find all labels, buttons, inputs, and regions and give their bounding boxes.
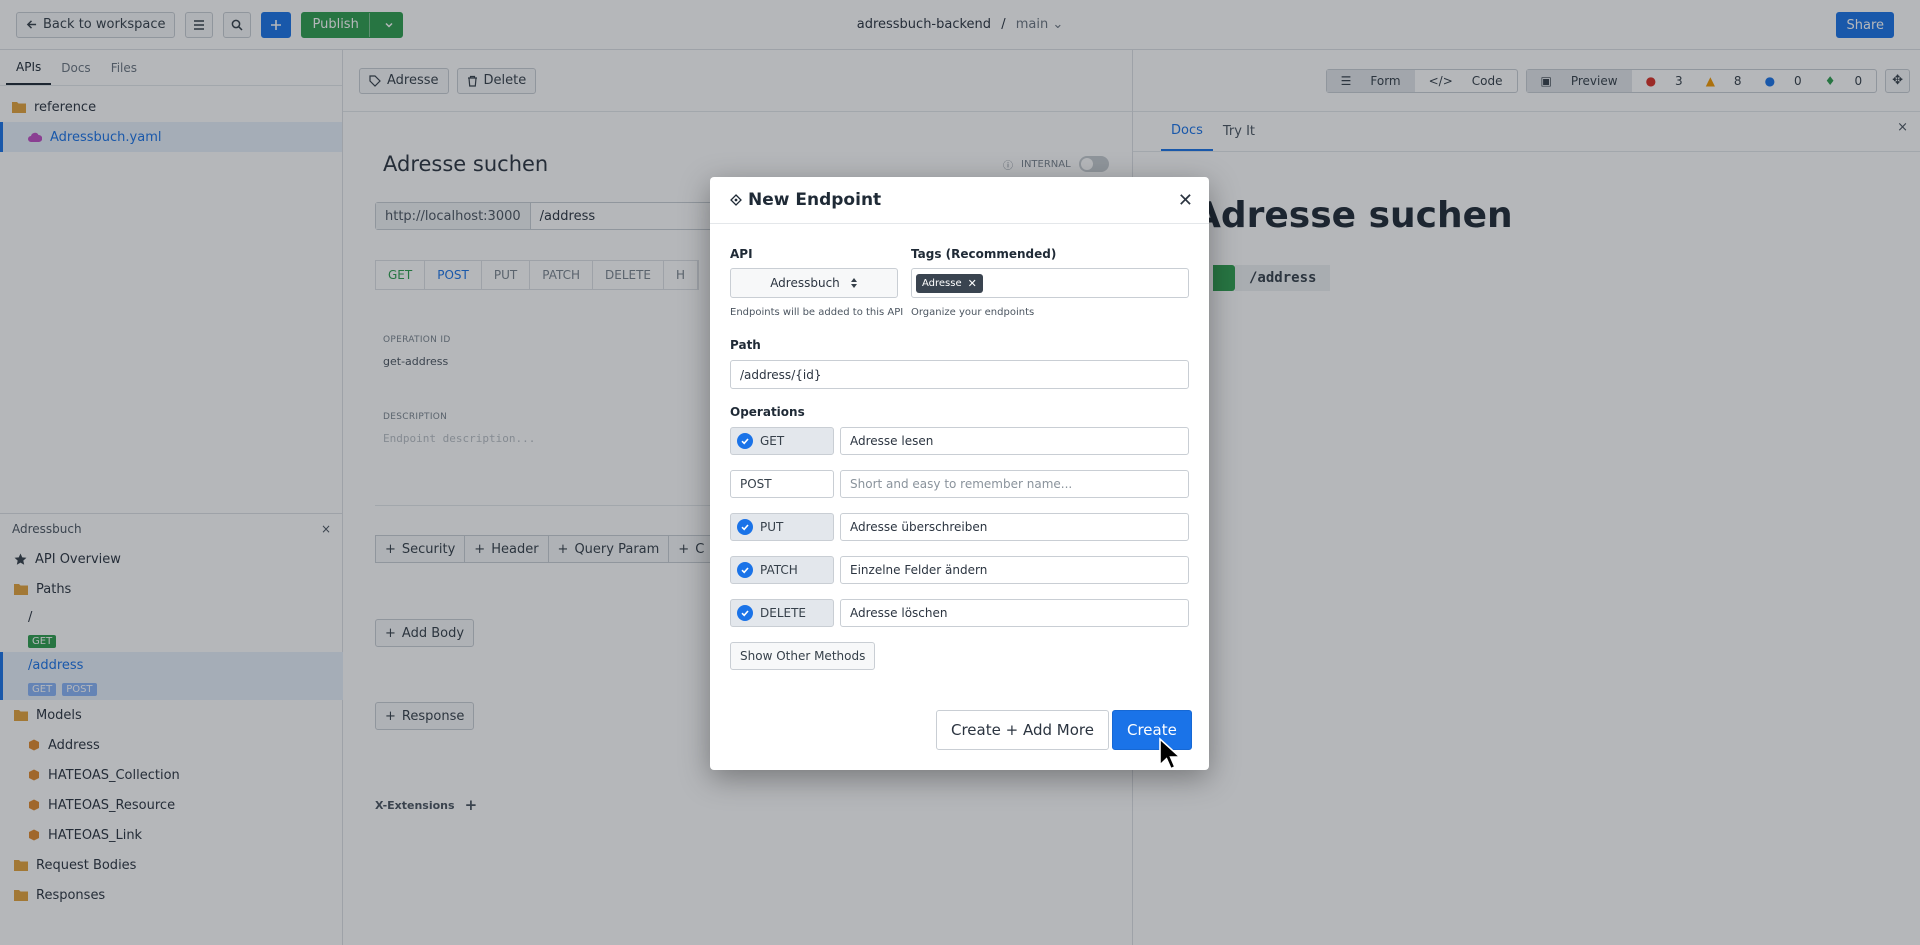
check-icon: [737, 562, 753, 578]
operation-name-value: Adresse überschreiben: [850, 520, 988, 534]
mouse-cursor-icon: [1158, 737, 1182, 771]
button-label: Create + Add More: [951, 721, 1094, 739]
operation-toggle-get[interactable]: GET: [730, 427, 834, 455]
app-window: Back to workspace Publish adressbuch-bac…: [0, 0, 1920, 945]
sort-icon: [850, 277, 858, 289]
new-endpoint-modal: New Endpoint ✕ API Adressbuch Endpoints …: [710, 177, 1209, 770]
operation-toggle-patch[interactable]: PATCH: [730, 556, 834, 584]
path-input[interactable]: /address/{id}: [730, 360, 1189, 389]
tags-help-text: Organize your endpoints: [911, 307, 1035, 318]
operation-name-input-put[interactable]: Adresse überschreiben: [840, 513, 1189, 541]
tags-label: Tags (Recommended): [911, 247, 1057, 261]
endpoint-icon: [730, 194, 742, 206]
operation-name-input-patch[interactable]: Einzelne Felder ändern: [840, 556, 1189, 584]
operation-toggle-post[interactable]: POST: [730, 470, 834, 498]
operation-method: GET: [760, 434, 785, 448]
operation-method: PATCH: [760, 563, 798, 577]
button-label: Show Other Methods: [740, 649, 866, 663]
create-add-more-button[interactable]: Create + Add More: [936, 710, 1109, 750]
operation-method: DELETE: [760, 606, 807, 620]
api-help-text: Endpoints will be added to this API: [730, 307, 904, 318]
operation-name-value: Adresse löschen: [850, 606, 948, 620]
path-input-value: /address/{id}: [740, 367, 822, 382]
show-other-methods-button[interactable]: Show Other Methods: [730, 642, 876, 670]
api-select-value: Adressbuch: [770, 276, 840, 290]
operation-toggle-put[interactable]: PUT: [730, 513, 834, 541]
operation-method: POST: [740, 477, 772, 491]
check-icon: [737, 433, 753, 449]
operation-name-input-post[interactable]: Short and easy to remember name...: [840, 470, 1189, 498]
api-select[interactable]: Adressbuch: [730, 268, 898, 298]
operations-label: Operations: [730, 405, 805, 419]
tag-chip: Adresse ✕: [916, 273, 983, 293]
check-icon: [737, 605, 753, 621]
modal-title: New Endpoint: [748, 190, 882, 210]
modal-header: New Endpoint ✕: [710, 177, 1209, 224]
tag-chip-label: Adresse: [922, 277, 962, 289]
path-label: Path: [730, 338, 761, 352]
close-icon[interactable]: ✕: [1178, 190, 1193, 211]
operation-name-placeholder: Short and easy to remember name...: [850, 477, 1073, 491]
operation-toggle-delete[interactable]: DELETE: [730, 599, 834, 627]
api-label: API: [730, 247, 753, 261]
check-icon: [737, 519, 753, 535]
close-icon[interactable]: ✕: [968, 277, 977, 290]
operation-name-input-delete[interactable]: Adresse löschen: [840, 599, 1189, 627]
operation-method: PUT: [760, 520, 784, 534]
operation-name-value: Adresse lesen: [850, 434, 934, 448]
operation-name-input-get[interactable]: Adresse lesen: [840, 427, 1189, 455]
operation-name-value: Einzelne Felder ändern: [850, 563, 988, 577]
tags-input[interactable]: Adresse ✕: [911, 268, 1189, 298]
